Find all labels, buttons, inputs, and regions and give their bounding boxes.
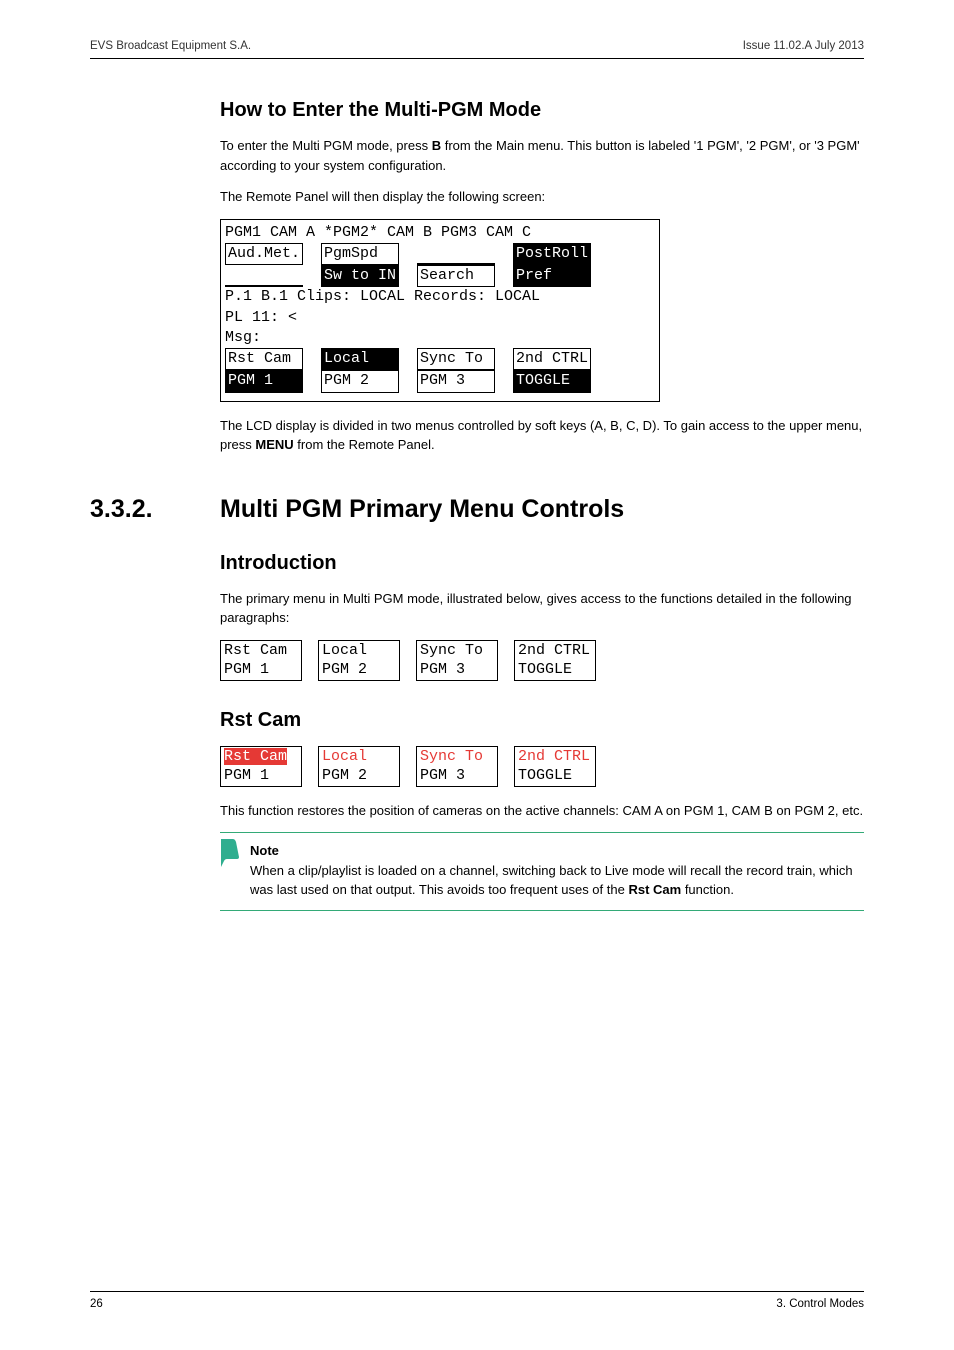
rst-cam-highlight: Rst Cam xyxy=(224,748,287,765)
softkey-cell: 2nd CTRL TOGGLE xyxy=(514,746,596,787)
heading-enter-multipgm: How to Enter the Multi-PGM Mode xyxy=(220,99,864,122)
sk-top: Sync To xyxy=(420,747,494,767)
bold-rstcam: Rst Cam xyxy=(628,882,681,897)
sk-bot: PGM 3 xyxy=(420,766,494,786)
lcd-row-5: PL 11: < xyxy=(225,308,655,328)
heading-introduction: Introduction xyxy=(220,552,864,575)
section-number: 3.3.2. xyxy=(90,495,220,524)
text: When a clip/playlist is loaded on a chan… xyxy=(250,863,853,898)
lcd-cell-search: Search xyxy=(417,265,495,287)
sk-bot: PGM 1 xyxy=(224,766,298,786)
lcd-panel: PGM1 CAM A *PGM2* CAM B PGM3 CAM C Aud.M… xyxy=(220,219,660,402)
lcd-cell-audmet: Aud.Met. xyxy=(225,243,303,265)
note-box: Note When a clip/playlist is loaded on a… xyxy=(220,832,864,911)
text: To enter the Multi PGM mode, press xyxy=(220,138,432,153)
softkey-cell: Local PGM 2 xyxy=(318,746,400,787)
lcd-cell-2ndctrl: 2nd CTRL xyxy=(513,348,591,370)
sk-top: 2nd CTRL xyxy=(518,747,592,767)
lcd-row-8: PGM 1 PGM 2 PGM 3 TOGGLE xyxy=(225,370,655,392)
lcd-row-6: Msg: xyxy=(225,328,655,348)
bold-key-b: B xyxy=(432,138,441,153)
page-header: EVS Broadcast Equipment S.A. Issue 11.02… xyxy=(90,40,864,59)
para-intro: The primary menu in Multi PGM mode, illu… xyxy=(220,589,864,628)
softkey-cell: Sync To PGM 3 xyxy=(416,640,498,681)
footer-page-number: 26 xyxy=(90,1298,103,1310)
softkey-cell: Rst Cam PGM 1 xyxy=(220,640,302,681)
sk-bot: PGM 2 xyxy=(322,766,396,786)
lcd-cell-rstcam: Rst Cam xyxy=(225,348,303,370)
para-lcd-after: The LCD display is divided in two menus … xyxy=(220,416,864,455)
sk-bot: PGM 1 xyxy=(224,660,298,680)
softkey-cell: Rst Cam PGM 1 xyxy=(220,746,302,787)
lcd-row-2: Aud.Met. PgmSpd PostRoll xyxy=(225,243,655,265)
header-right: Issue 11.02.A July 2013 xyxy=(743,40,864,52)
lcd-row-4: P.1 B.1 Clips: LOCAL Records: LOCAL xyxy=(225,287,655,307)
header-left: EVS Broadcast Equipment S.A. xyxy=(90,40,251,52)
lcd-cell-toggle: TOGGLE xyxy=(513,370,591,392)
sk-bot: TOGGLE xyxy=(518,660,592,680)
lcd-row-1: PGM1 CAM A *PGM2* CAM B PGM3 CAM C xyxy=(225,223,655,243)
text: function. xyxy=(681,882,734,897)
sk-top: Local xyxy=(322,641,396,661)
lcd-cell-pgm2: PGM 2 xyxy=(321,370,399,392)
text: from the Remote Panel. xyxy=(294,437,435,452)
section-heading: 3.3.2. Multi PGM Primary Menu Controls xyxy=(90,495,864,524)
para-enter-1: To enter the Multi PGM mode, press B fro… xyxy=(220,136,864,175)
lcd-cell-pref: Pref xyxy=(513,265,591,287)
sk-bot: PGM 2 xyxy=(322,660,396,680)
softkey-cell: 2nd CTRL TOGGLE xyxy=(514,640,596,681)
softkey-strip-rstcam: Rst Cam PGM 1 Local PGM 2 Sync To PGM 3 … xyxy=(220,746,864,787)
footer-section: 3. Control Modes xyxy=(776,1298,864,1310)
page-footer: 26 3. Control Modes xyxy=(90,1291,864,1310)
lcd-cell-pgmspd: PgmSpd xyxy=(321,243,399,265)
section-title: Multi PGM Primary Menu Controls xyxy=(220,495,624,524)
para-rst: This function restores the position of c… xyxy=(220,801,864,821)
sk-bot: PGM 3 xyxy=(420,660,494,680)
lcd-row-3: Sw to IN Search Pref xyxy=(225,265,655,287)
note-body: Note When a clip/playlist is loaded on a… xyxy=(250,841,864,900)
lcd-cell-syncto: Sync To xyxy=(417,348,495,370)
heading-rst-cam: Rst Cam xyxy=(220,709,864,732)
para-enter-2: The Remote Panel will then display the f… xyxy=(220,187,864,207)
softkey-strip-intro: Rst Cam PGM 1 Local PGM 2 Sync To PGM 3 … xyxy=(220,640,864,681)
lcd-cell-pgm1: PGM 1 xyxy=(225,370,303,392)
lcd-cell-postroll: PostRoll xyxy=(513,243,591,265)
note-icon xyxy=(218,839,240,867)
softkey-cell: Sync To PGM 3 xyxy=(416,746,498,787)
note-title: Note xyxy=(250,843,279,858)
sk-bot: TOGGLE xyxy=(518,766,592,786)
bold-menu: MENU xyxy=(255,437,293,452)
sk-top: Local xyxy=(322,747,396,767)
sk-top: 2nd CTRL xyxy=(518,641,592,661)
lcd-row-7: Rst Cam Local Sync To 2nd CTRL xyxy=(225,348,655,370)
lcd-cell-local: Local xyxy=(321,348,399,370)
lcd-cell-swtoin: Sw to IN xyxy=(321,265,399,287)
sk-top: Sync To xyxy=(420,641,494,661)
lcd-cell-pgm3: PGM 3 xyxy=(417,370,495,392)
sk-top: Rst Cam xyxy=(224,747,298,767)
softkey-cell: Local PGM 2 xyxy=(318,640,400,681)
sk-top: Rst Cam xyxy=(224,641,298,661)
